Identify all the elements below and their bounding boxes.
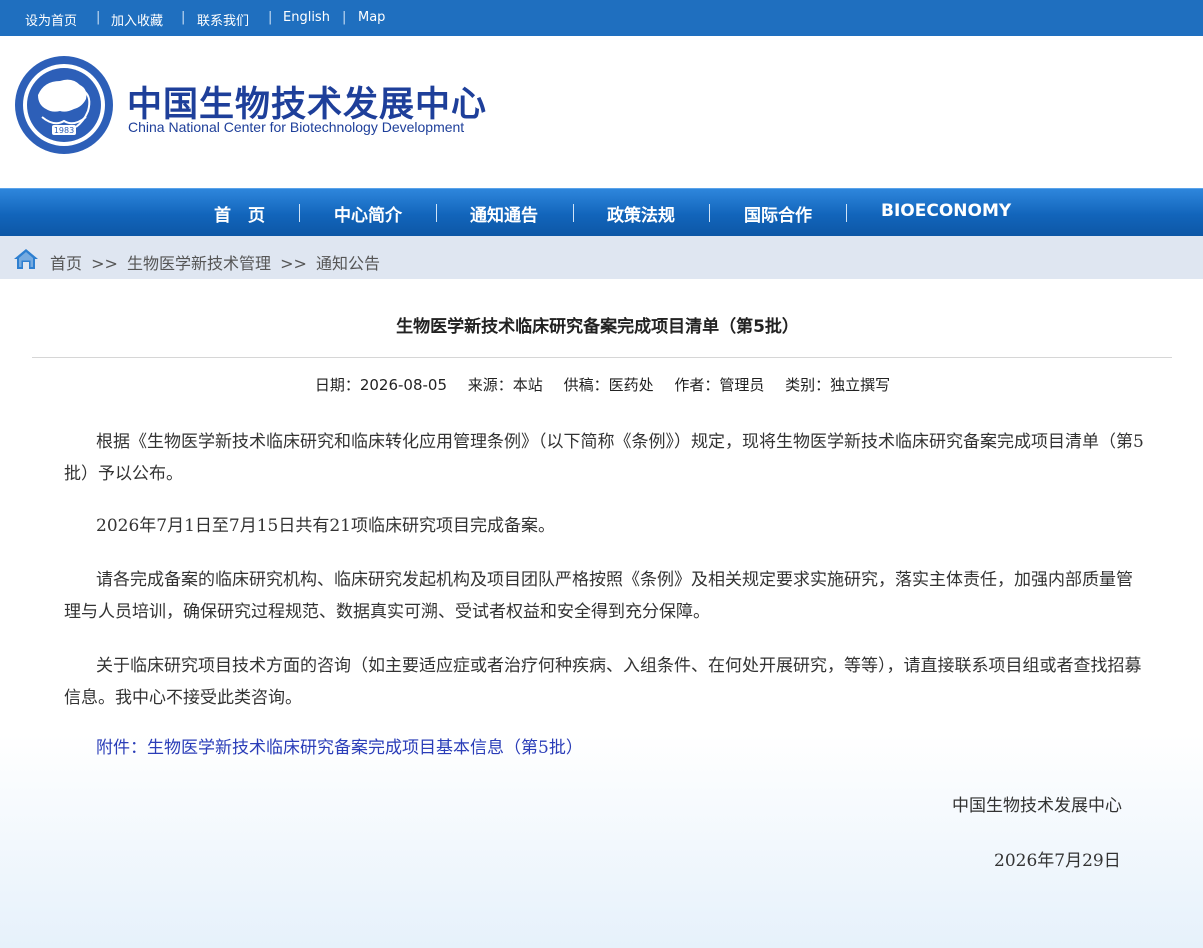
nav-notices[interactable]: 通知通告: [470, 201, 538, 226]
meta-source: 来源：本站: [467, 376, 543, 394]
article-paragraph: 根据《生物医学新技术临床研究和临床转化应用管理条例》（以下简称《条例》）规定，现…: [64, 432, 1144, 484]
home-icon[interactable]: [13, 247, 39, 271]
attachment-link[interactable]: 附件：生物医学新技术临床研究备案完成项目基本信息（第5批）: [64, 732, 1146, 764]
article-meta: 日期：2026-08-05 来源：本站 供稿：医药处 作者：管理员 类别：独立撰…: [0, 374, 1203, 395]
divider: |: [268, 10, 273, 25]
divider: |: [342, 10, 347, 25]
main-nav: 首 页 中心简介 通知通告 政策法规 国际合作 BIOECONOMY: [0, 188, 1203, 236]
contact-us-link[interactable]: 联系我们: [197, 10, 249, 29]
signature: 中国生物技术发展中心: [952, 796, 1122, 816]
nav-policies[interactable]: 政策法规: [607, 201, 675, 226]
divider: |: [181, 10, 186, 25]
nav-bioeconomy[interactable]: BIOECONOMY: [881, 201, 1011, 221]
sign-date: 2026年7月29日: [994, 851, 1121, 871]
article-title: 生物医学新技术临床研究备案完成项目清单（第5批）: [396, 317, 799, 337]
svg-text:1983: 1983: [54, 126, 74, 135]
nav-divider: [846, 204, 847, 222]
nav-divider: [299, 204, 300, 222]
nav-divider: [573, 204, 574, 222]
nav-divider: [709, 204, 710, 222]
meta-category: 类别：独立撰写: [785, 376, 891, 394]
nav-divider: [436, 204, 437, 222]
top-utility-bar: 设为首页 | 加入收藏 | 联系我们 | English | Map: [0, 0, 1203, 36]
meta-date: 日期：2026-08-05: [314, 376, 447, 394]
center-emblem-icon[interactable]: 1983: [14, 55, 114, 155]
breadcrumb-biomed[interactable]: 生物医学新技术管理: [127, 254, 271, 273]
site-title-en[interactable]: China National Center for Biotechnology …: [128, 119, 464, 135]
nav-international[interactable]: 国际合作: [744, 201, 812, 226]
english-link[interactable]: English: [283, 10, 330, 25]
breadcrumb-home[interactable]: 首页: [50, 254, 82, 273]
title-divider: [32, 357, 1172, 358]
nav-home[interactable]: 首 页: [214, 201, 265, 226]
set-homepage-link[interactable]: 设为首页: [25, 10, 77, 29]
article-paragraph: 关于临床研究项目技术方面的咨询（如主要适应症或者治疗何种疾病、入组条件、在何处开…: [64, 656, 1142, 708]
breadcrumb-notices[interactable]: 通知公告: [316, 254, 380, 273]
breadcrumb-separator: >>: [280, 254, 307, 273]
add-favorite-link[interactable]: 加入收藏: [111, 10, 163, 29]
article-paragraph: 2026年7月1日至7月15日共有21项临床研究项目完成备案。: [96, 516, 555, 536]
meta-author: 作者：管理员: [674, 376, 765, 394]
breadcrumb: 首页 >> 生物医学新技术管理 >> 通知公告: [50, 250, 384, 274]
meta-contributor: 供稿：医药处: [563, 376, 654, 394]
map-link[interactable]: Map: [358, 10, 385, 25]
breadcrumb-separator: >>: [91, 254, 118, 273]
article-paragraph: 请各完成备案的临床研究机构、临床研究发起机构及项目团队严格按照《条例》及相关规定…: [64, 570, 1133, 622]
divider: |: [96, 10, 101, 25]
nav-about[interactable]: 中心简介: [334, 201, 402, 226]
